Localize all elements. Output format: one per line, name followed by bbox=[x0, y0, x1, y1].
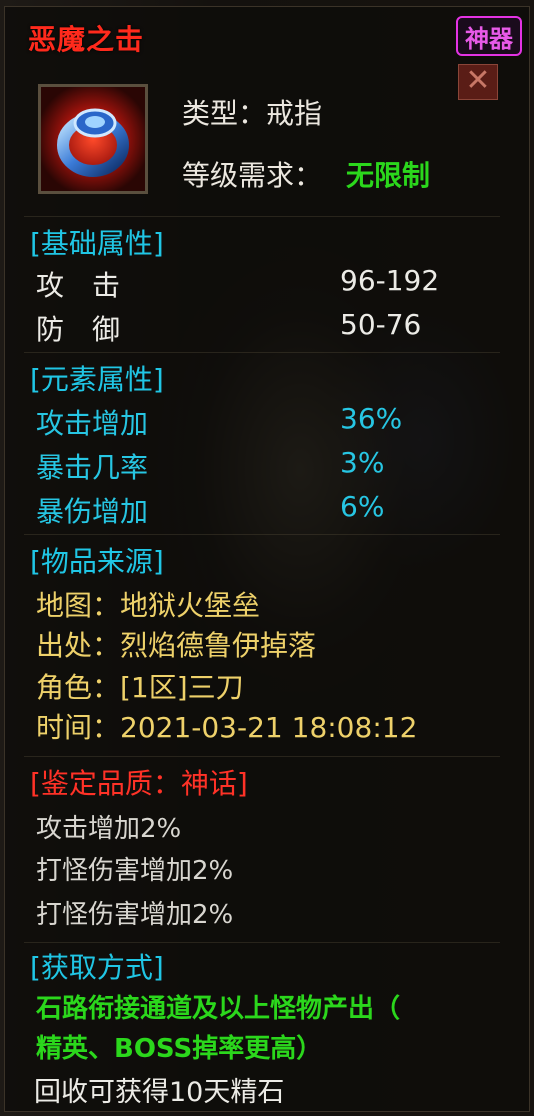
source-role: 角色：[1区]三刀 bbox=[36, 671, 244, 704]
quality-header: [鉴定品质：神话] bbox=[30, 767, 248, 800]
close-icon[interactable]: ✕ bbox=[458, 64, 498, 100]
divider bbox=[24, 216, 500, 217]
crit-chance-value: 3% bbox=[340, 446, 385, 479]
ring-icon bbox=[41, 87, 145, 191]
acquire-header: [获取方式] bbox=[30, 951, 164, 984]
attack-increase-label: 攻击增加 bbox=[36, 407, 149, 440]
level-requirement-value: 无限制 bbox=[346, 159, 431, 192]
attack-value: 96-192 bbox=[340, 264, 440, 297]
divider bbox=[24, 534, 500, 535]
quality-line: 打怪伤害增加2% bbox=[36, 856, 234, 886]
level-requirement-label: 等级需求： bbox=[182, 159, 323, 192]
recycle-info: 回收可获得10天精石 bbox=[34, 1077, 285, 1108]
source-time: 时间：2021-03-21 18:08:12 bbox=[36, 711, 418, 744]
item-name: 恶魔之击 bbox=[28, 23, 145, 56]
base-attributes-header: [基础属性] bbox=[30, 227, 164, 260]
acquire-line-1: 石路衔接通道及以上怪物产出（ bbox=[36, 994, 401, 1024]
source-header: [物品来源] bbox=[30, 545, 164, 578]
crit-damage-value: 6% bbox=[340, 490, 385, 523]
element-attributes-header: [元素属性] bbox=[30, 363, 164, 396]
attack-increase-value: 36% bbox=[340, 402, 403, 435]
attack-label: 攻 击 bbox=[36, 269, 121, 302]
source-origin: 出处：烈焰德鲁伊掉落 bbox=[36, 629, 317, 662]
quality-line: 打怪伤害增加2% bbox=[36, 900, 234, 930]
crit-damage-label: 暴伤增加 bbox=[36, 495, 149, 528]
source-map: 地图：地狱火堡垒 bbox=[36, 589, 261, 622]
divider bbox=[24, 352, 500, 353]
item-type: 类型：戒指 bbox=[182, 97, 323, 130]
crit-chance-label: 暴击几率 bbox=[36, 451, 149, 484]
defense-value: 50-76 bbox=[340, 308, 422, 341]
item-icon-slot bbox=[38, 84, 148, 194]
quality-line: 攻击增加2% bbox=[36, 814, 182, 844]
divider bbox=[24, 942, 500, 943]
divider bbox=[24, 756, 500, 757]
artifact-badge: 神器 bbox=[456, 16, 522, 56]
defense-label: 防 御 bbox=[36, 313, 121, 346]
acquire-line-2: 精英、BOSS掉率更高） bbox=[36, 1034, 323, 1064]
